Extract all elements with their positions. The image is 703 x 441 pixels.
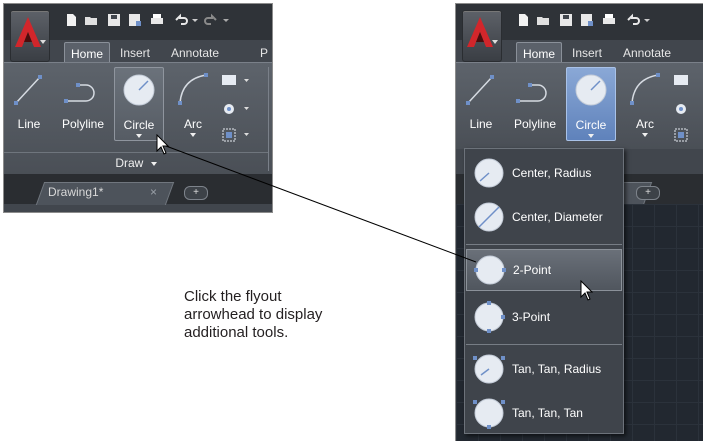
caption-text: Click the flyout arrowhead to display ad… (184, 288, 374, 342)
caption-line: arrowhead to display (184, 306, 323, 323)
caption-line: additional tools. (184, 324, 289, 341)
connector-line (165, 145, 477, 263)
caption-line: Click the flyout (184, 288, 282, 305)
